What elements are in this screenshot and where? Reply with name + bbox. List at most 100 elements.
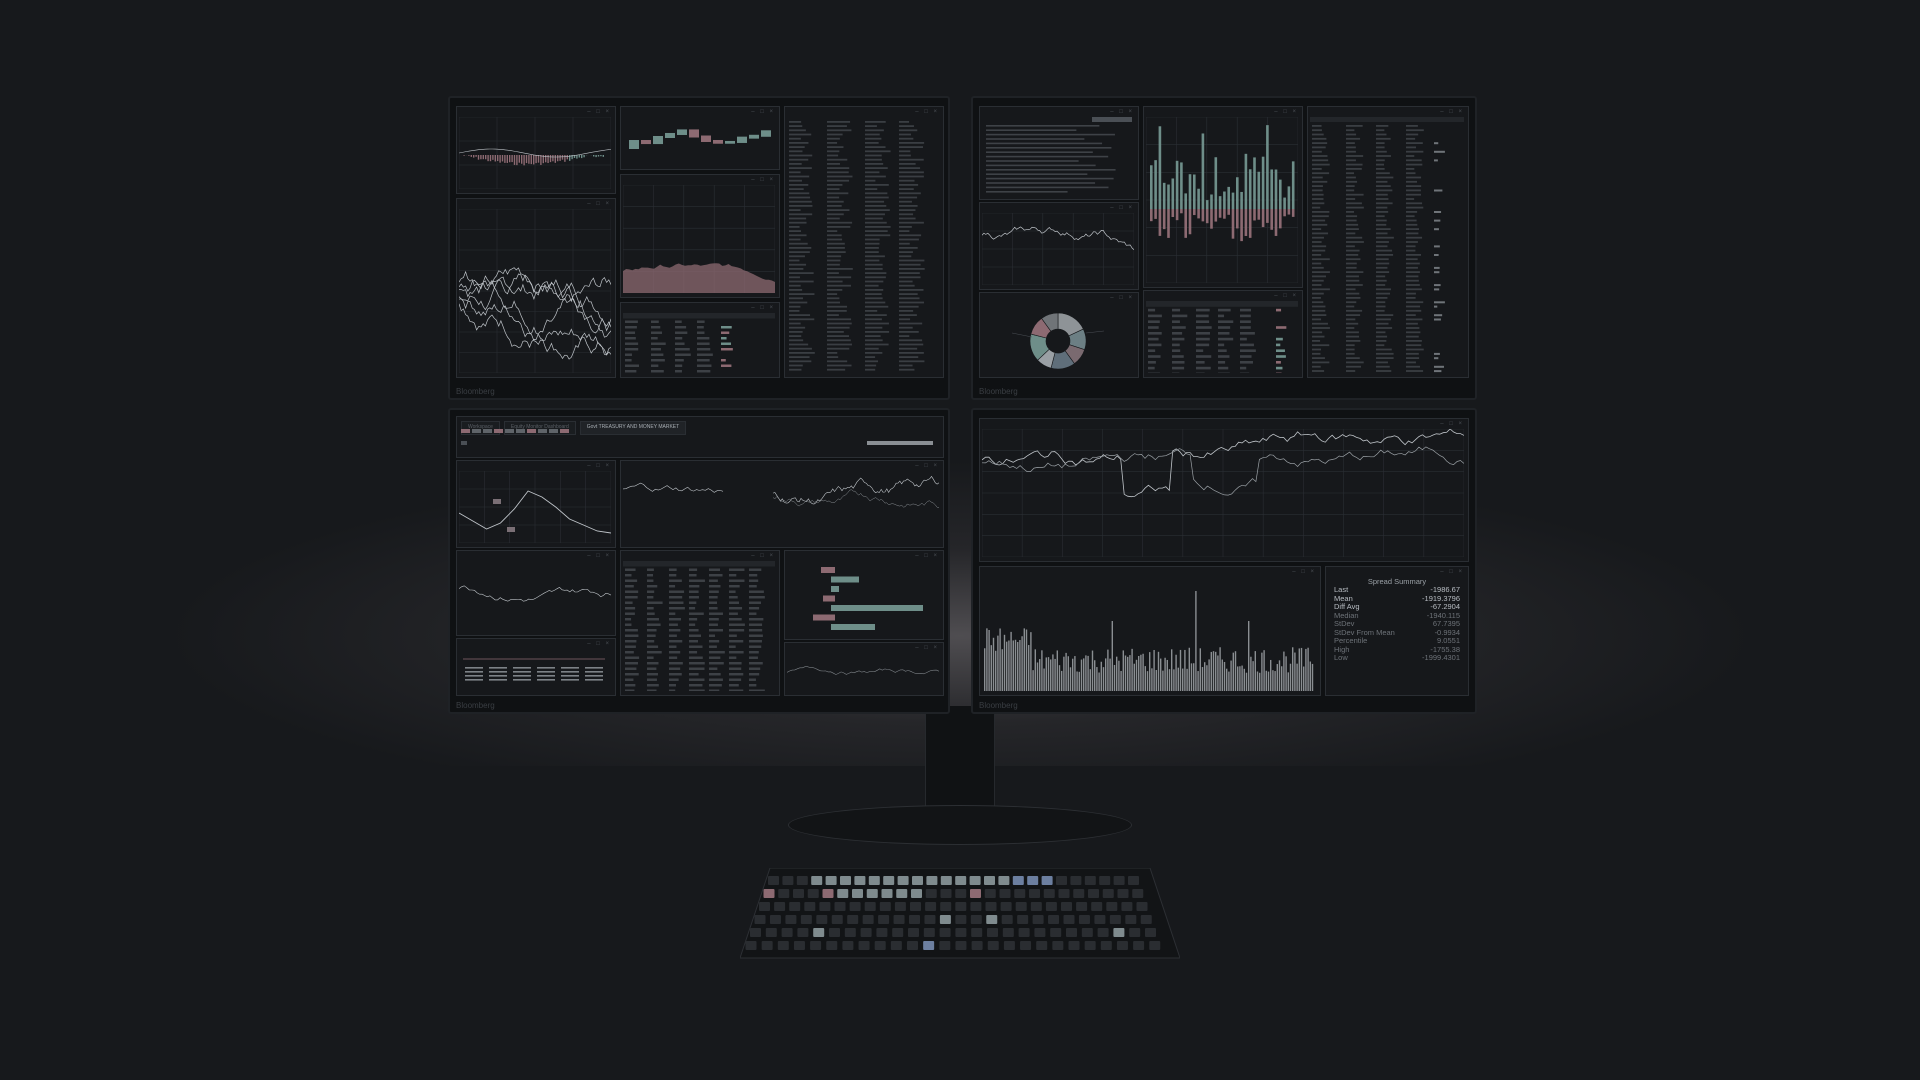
histogram-bar-down (1171, 209, 1175, 218)
list-cell (899, 339, 923, 342)
panel-news[interactable]: – □ × (979, 106, 1139, 200)
table-bar (1276, 349, 1285, 353)
table-cell (647, 590, 655, 593)
window-controls[interactable]: – □ × (751, 177, 775, 183)
keyboard-key (834, 902, 846, 911)
table-cell (651, 353, 664, 356)
window-controls[interactable]: – □ × (751, 109, 775, 115)
panel-market-table[interactable]: – □ × (620, 550, 780, 696)
ranking-cell (1376, 301, 1386, 304)
keyboard-key (1132, 889, 1144, 898)
spread-volume-bar (1241, 665, 1243, 691)
window-controls[interactable]: – □ × (1274, 109, 1298, 115)
window-controls[interactable]: – □ × (587, 109, 611, 115)
ranking-cell (1346, 193, 1364, 196)
ranking-cell (1406, 335, 1419, 338)
window-controls[interactable]: – □ × (915, 553, 939, 559)
window-controls[interactable]: – □ × (1440, 421, 1464, 427)
list-cell (865, 179, 876, 182)
spread-volume-bar (1171, 649, 1173, 691)
window-controls[interactable]: – □ × (1110, 295, 1134, 301)
panel-small-table[interactable]: – □ × (1143, 290, 1303, 378)
window-controls[interactable]: – □ × (1440, 109, 1464, 115)
panel-ranking-table[interactable]: – □ × (1307, 106, 1469, 378)
panel-spread-line-chart[interactable]: – □ × (979, 418, 1469, 562)
panel-spread-summary[interactable]: – □ × Spread Summary Last -1986.67 Mean -19… (1325, 566, 1469, 696)
spread-volume-bar (1041, 650, 1043, 691)
window-controls[interactable]: – □ × (1274, 293, 1298, 299)
strip-bar (489, 679, 507, 681)
table-cell (749, 623, 763, 626)
window-controls[interactable]: – □ × (915, 463, 939, 469)
panel-security-list[interactable]: – □ × (784, 106, 944, 378)
panel-mini-line-chart[interactable]: – □ × (784, 642, 944, 696)
ranking-cell (1346, 163, 1363, 166)
window-controls[interactable]: – □ × (587, 463, 611, 469)
keyboard-key (971, 941, 983, 950)
table-cell (651, 348, 661, 351)
spread-volume-bar (1193, 663, 1195, 691)
series-line (772, 489, 939, 508)
panel-spread-histogram[interactable]: – □ × (979, 566, 1321, 696)
ranking-cell (1406, 142, 1423, 144)
keyboard-key (911, 889, 922, 898)
window-controls[interactable]: – □ × (1110, 205, 1134, 211)
ranking-cell (1312, 172, 1330, 175)
panel-wide-line-chart[interactable]: – □ × (620, 460, 944, 548)
table-cell (625, 684, 636, 687)
window-controls[interactable]: – □ × (915, 109, 939, 115)
window-controls[interactable]: – □ × (587, 641, 611, 647)
spread-volume-bar (1102, 667, 1105, 691)
window-controls[interactable]: – □ × (1110, 109, 1134, 115)
panel-line-chart-lower[interactable]: – □ × (456, 550, 616, 636)
window-controls[interactable]: – □ × (1440, 569, 1464, 575)
horizontal-bar-chart (813, 567, 923, 630)
spread-volume-bar (1127, 656, 1129, 691)
table-cell (709, 684, 722, 687)
list-cell (827, 179, 850, 182)
series-group (772, 475, 939, 508)
window-controls[interactable]: – □ × (1292, 569, 1316, 575)
series-line (772, 475, 939, 505)
panel-candle-strip[interactable]: – □ × (456, 638, 616, 696)
panel-horizontal-bar-chart[interactable]: – □ × (784, 550, 944, 640)
panel-waterfall-chart[interactable]: – □ × (620, 106, 780, 170)
summary-row: StDev 67.7395 (1334, 619, 1460, 628)
window-controls[interactable]: – □ × (751, 553, 775, 559)
histogram-bar-down (1231, 209, 1235, 239)
table-cell (697, 359, 710, 362)
spread-volume-bar (1234, 651, 1237, 691)
panel-area-chart[interactable]: – □ × (620, 174, 780, 298)
window-controls[interactable]: – □ × (587, 553, 611, 559)
table-cell (749, 651, 759, 654)
ranking-cell (1312, 168, 1322, 170)
list-cell (865, 234, 891, 237)
window-controls[interactable]: – □ × (587, 201, 611, 207)
spread-volume-bar (984, 648, 986, 691)
panel-histogram[interactable]: – □ × (1143, 106, 1303, 288)
ranking-cell (1406, 180, 1418, 183)
ranking-bar (1434, 318, 1441, 321)
table-cell (651, 370, 664, 373)
list-cell (789, 125, 803, 127)
ranking-cell (1312, 258, 1330, 261)
list-cell (827, 331, 844, 333)
panel-launchpad-bar[interactable]: Workspace Equity Monitor Dashboard Govt … (456, 416, 944, 458)
window-controls[interactable]: – □ × (915, 645, 939, 651)
panel-zigzag-chart[interactable]: – □ × (456, 460, 616, 548)
spread-volume-bar (1164, 657, 1166, 691)
panel-line-chart-small[interactable]: – □ × (979, 202, 1139, 290)
panel-quote-table[interactable]: – □ × (620, 302, 780, 378)
ranking-cell (1376, 288, 1391, 291)
keyboard-key (907, 941, 918, 950)
ranking-cell (1376, 241, 1389, 243)
ranking-bar (1434, 305, 1438, 308)
panel-multi-line-chart[interactable]: – □ × (456, 198, 616, 378)
window-controls[interactable]: – □ × (751, 305, 775, 311)
table-cell (729, 684, 739, 687)
panel-oscillator-chart[interactable]: – □ × (456, 106, 616, 194)
panel-donut-chart[interactable]: – □ × (979, 292, 1139, 378)
list-cell (865, 142, 879, 144)
list-cell (789, 284, 801, 287)
list-cell (899, 335, 910, 337)
